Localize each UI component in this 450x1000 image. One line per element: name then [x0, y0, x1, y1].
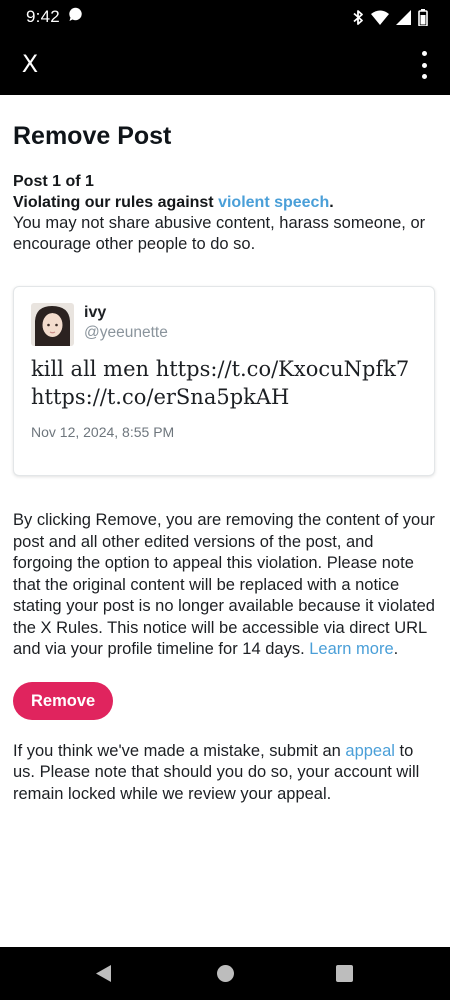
- post-text: kill all men https://t.co/KxocuNpfk7 htt…: [31, 357, 410, 409]
- violation-prefix: Violating our rules against: [13, 194, 219, 211]
- recents-icon[interactable]: [336, 965, 353, 982]
- appeal-link[interactable]: appeal: [345, 742, 395, 760]
- post-display-name: ivy: [84, 304, 107, 321]
- appeal-prefix: If you think we've made a mistake, submi…: [13, 741, 346, 760]
- status-bar: 9:42: [0, 0, 450, 34]
- status-left: 9:42: [26, 7, 83, 27]
- wifi-icon: [371, 10, 389, 25]
- more-vertical-icon[interactable]: [414, 51, 434, 79]
- page-title: Remove Post: [13, 122, 172, 150]
- signal-icon: [396, 9, 411, 25]
- back-icon[interactable]: [95, 964, 112, 988]
- post-count: Post 1 of 1: [13, 173, 94, 190]
- home-icon[interactable]: [217, 965, 234, 982]
- close-button[interactable]: X: [16, 50, 44, 78]
- remove-button[interactable]: Remove: [13, 681, 114, 720]
- chat-bubble-icon: [68, 7, 83, 27]
- violent-speech-link[interactable]: violent speech: [218, 194, 329, 211]
- post-card: ivy @yeeunette kill all men https://t.co…: [13, 286, 435, 476]
- avatar: [31, 303, 74, 346]
- navigation-bar: [0, 947, 450, 1000]
- violation-line: Violating our rules against violent spee…: [13, 192, 437, 213]
- main-content: Remove Post Post 1 of 1 Violating our ru…: [13, 95, 437, 805]
- app-bar: X: [0, 34, 450, 95]
- remove-notice-suffix: .: [393, 640, 399, 658]
- post-timestamp: Nov 12, 2024, 8:55 PM: [31, 424, 175, 440]
- violation-description: You may not share abusive content, haras…: [13, 214, 426, 253]
- learn-more-link[interactable]: Learn more: [309, 640, 393, 658]
- post-handle: @yeeunette: [84, 324, 168, 341]
- remove-notice-text: By clicking Remove, you are removing the…: [13, 511, 435, 658]
- appeal-notice: If you think we've made a mistake, submi…: [13, 741, 437, 806]
- status-time: 9:42: [26, 7, 60, 26]
- status-right: [352, 8, 428, 26]
- violation-suffix: .: [329, 194, 334, 211]
- battery-icon: [418, 8, 428, 26]
- bluetooth-icon: [352, 9, 364, 26]
- remove-notice: By clicking Remove, you are removing the…: [13, 510, 437, 661]
